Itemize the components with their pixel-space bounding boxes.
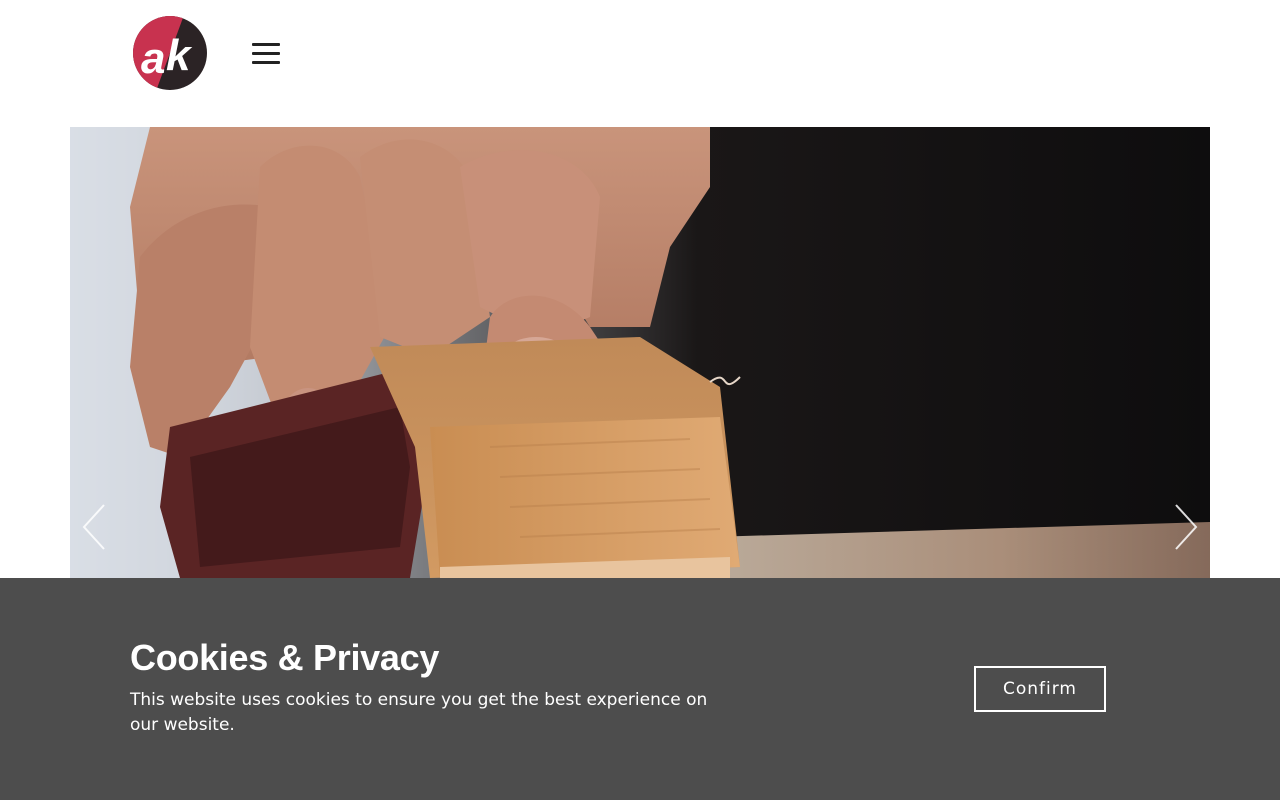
- hamburger-line: [252, 52, 280, 55]
- hamburger-icon[interactable]: [246, 36, 286, 72]
- chevron-left-icon[interactable]: [80, 502, 110, 552]
- chevron-right-icon[interactable]: [1170, 502, 1200, 552]
- site-header: a k: [0, 0, 1280, 110]
- svg-text:k: k: [166, 31, 193, 80]
- cookie-text: This website uses cookies to ensure you …: [130, 690, 708, 735]
- hand-sanding-wood-block-photo: [70, 127, 1210, 578]
- cookie-title: Cookies & Privacy: [130, 637, 440, 678]
- svg-text:a: a: [141, 34, 165, 83]
- ak-logo[interactable]: a k: [132, 15, 208, 91]
- hamburger-line: [252, 61, 280, 64]
- confirm-button[interactable]: Confirm: [974, 666, 1106, 712]
- cookie-banner: Cookies & Privacy This website uses cook…: [0, 578, 1280, 800]
- hero-slider: [70, 127, 1210, 578]
- hamburger-line: [252, 43, 280, 46]
